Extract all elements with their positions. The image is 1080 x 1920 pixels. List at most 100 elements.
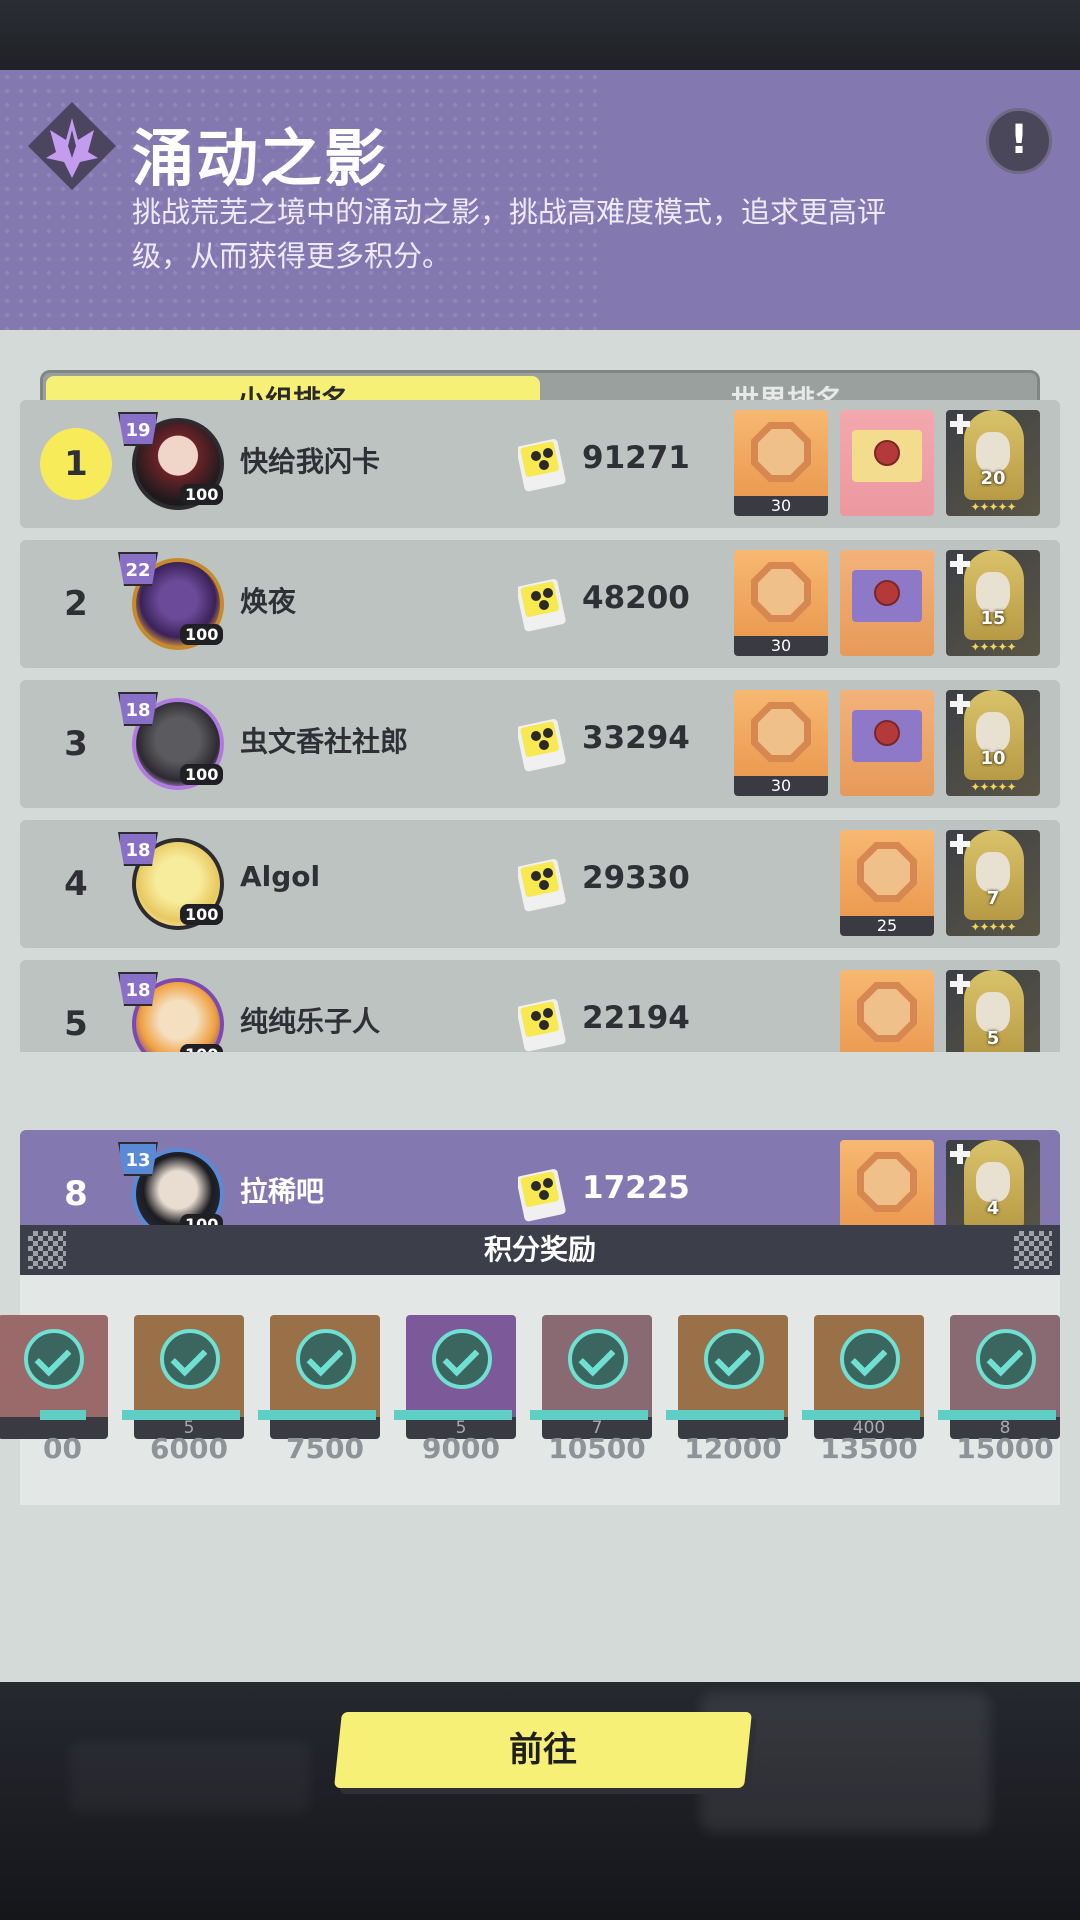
reward-milestone-item[interactable]: 5 [134, 1315, 244, 1439]
score-ticket-icon [518, 859, 566, 912]
ranking-row[interactable]: 2 22 100 焕夜 48200 30 15 ✦✦✦✦✦ [20, 540, 1060, 668]
background-blur [70, 1742, 310, 1812]
reward-count: 30 [734, 776, 828, 796]
rank-number: 4 [64, 864, 88, 904]
reward-coin[interactable] [840, 970, 934, 1052]
star-rating-icon: ✦✦✦✦✦ [970, 500, 1016, 514]
claimed-check-icon [24, 1329, 84, 1389]
reward-count: 30 [734, 496, 828, 516]
player-name: Algol [240, 860, 321, 893]
score-ticket-icon [518, 579, 566, 632]
claimed-check-icon [160, 1329, 220, 1389]
claimed-check-icon [704, 1329, 764, 1389]
top-bar-background [0, 0, 1080, 70]
points-threshold: 12000 [684, 1432, 782, 1465]
affinity-badge: 100 [180, 764, 224, 785]
reward-envelope[interactable] [840, 410, 934, 516]
rank-number: 3 [64, 724, 88, 764]
level-badge: 13 [118, 1142, 158, 1176]
player-score: 17225 [582, 1170, 690, 1206]
progress-bar-segment [530, 1410, 648, 1420]
rank-number: 8 [64, 1174, 88, 1214]
reward-coin[interactable]: 30 [734, 550, 828, 656]
player-name: 纯纯乐子人 [240, 1005, 381, 1038]
star-rating-icon: ✦✦✦✦✦ [970, 780, 1016, 794]
coin-face [864, 1159, 910, 1205]
reward-milestone-item[interactable]: 8 [950, 1315, 1060, 1439]
character-face [976, 572, 1010, 612]
wax-seal-icon [874, 440, 900, 466]
reward-count: 15 [980, 608, 1006, 629]
reward-count: 20 [980, 468, 1006, 489]
progress-bar-segment [258, 1410, 376, 1420]
reward-milestone-item[interactable]: 7 [542, 1315, 652, 1439]
reward-count: 5 [986, 1028, 1000, 1049]
event-description: 挑战荒芜之境中的涌动之影，挑战高难度模式，追求更高评级，从而获得更多积分。 [132, 195, 887, 273]
points-threshold: 7500 [286, 1432, 364, 1465]
progress-bar-segment [666, 1410, 784, 1420]
affinity-badge: 100 [180, 484, 224, 505]
points-threshold: 9000 [422, 1432, 500, 1465]
coin-face [758, 709, 804, 755]
player-name: 拉稀吧 [240, 1175, 325, 1208]
points-threshold: 10500 [548, 1432, 646, 1465]
reward-count: 25 [840, 916, 934, 936]
level-badge: 18 [118, 832, 158, 866]
reward-envelope[interactable] [840, 550, 934, 656]
reward-character[interactable]: 10 ✦✦✦✦✦ [946, 690, 1040, 796]
player-name: 虫文香社社郎 [240, 725, 409, 758]
info-button[interactable]: ! [986, 108, 1052, 174]
reward-character[interactable]: 7 ✦✦✦✦✦ [946, 830, 1040, 936]
player-score: 22194 [582, 1000, 690, 1036]
claimed-check-icon [296, 1329, 356, 1389]
reward-milestone-item[interactable]: 5 [406, 1315, 516, 1439]
event-header: 涌动之影 挑战荒芜之境中的涌动之影，挑战高难度模式，追求更高评级，从而获得更多积… [0, 70, 1080, 330]
wax-seal-icon [874, 720, 900, 746]
reward-coin[interactable]: 30 [734, 410, 828, 516]
reward-envelope[interactable] [840, 690, 934, 796]
affinity-badge: 100 [180, 624, 224, 645]
coin-face [864, 849, 910, 895]
score-ticket-icon [518, 999, 566, 1052]
reward-count: 7 [986, 888, 1000, 909]
reward-count: 4 [986, 1198, 1000, 1219]
reward-milestone-item[interactable] [270, 1315, 380, 1439]
progress-bar-segment [122, 1410, 240, 1420]
rank-number: 5 [64, 1004, 88, 1044]
ranking-row[interactable]: 3 18 100 虫文香社社郎 33294 30 10 ✦✦✦✦✦ [20, 680, 1060, 808]
ranking-row[interactable]: 5 18 100 纯纯乐子人 22194 5 [20, 960, 1060, 1052]
claimed-check-icon [432, 1329, 492, 1389]
reward-count: 30 [734, 636, 828, 656]
affinity-badge: 100 [180, 1044, 224, 1052]
coin-face [758, 569, 804, 615]
player-score: 33294 [582, 720, 690, 756]
reward-character[interactable]: 15 ✦✦✦✦✦ [946, 550, 1040, 656]
character-face [976, 1162, 1010, 1202]
ranking-row[interactable]: 1 19 100 快给我闪卡 91271 30 20 ✦✦✦✦✦ [20, 400, 1060, 528]
points-threshold: 00 [43, 1432, 82, 1465]
reward-milestone-item[interactable] [0, 1315, 108, 1439]
reward-milestone-item[interactable] [678, 1315, 788, 1439]
bottom-bar: 前往 [0, 1682, 1080, 1920]
star-rating-icon: ✦✦✦✦✦ [970, 640, 1016, 654]
reward-milestone-item[interactable]: 400 [814, 1315, 924, 1439]
ranking-list[interactable]: 1 19 100 快给我闪卡 91271 30 20 ✦✦✦✦✦ 2 22 100… [20, 400, 1060, 1052]
progress-bar-segment [802, 1410, 920, 1420]
claimed-check-icon [840, 1329, 900, 1389]
points-threshold: 6000 [150, 1432, 228, 1465]
points-threshold: 13500 [820, 1432, 918, 1465]
character-face [976, 712, 1010, 752]
reward-coin[interactable]: 30 [734, 690, 828, 796]
ranking-row[interactable]: 4 18 100 Algol 29330 25 7 ✦✦✦✦✦ [20, 820, 1060, 948]
points-reward-title: 积分奖励 [483, 1233, 596, 1266]
points-threshold: 15000 [956, 1432, 1054, 1465]
character-face [976, 852, 1010, 892]
reward-count: 10 [980, 748, 1006, 769]
character-face [976, 992, 1010, 1032]
reward-coin[interactable]: 25 [840, 830, 934, 936]
reward-character[interactable]: 5 [946, 970, 1040, 1052]
reward-character[interactable]: 20 ✦✦✦✦✦ [946, 410, 1040, 516]
wax-seal-icon [874, 580, 900, 606]
rank-number: 2 [64, 584, 88, 624]
go-button[interactable]: 前往 [334, 1712, 752, 1788]
